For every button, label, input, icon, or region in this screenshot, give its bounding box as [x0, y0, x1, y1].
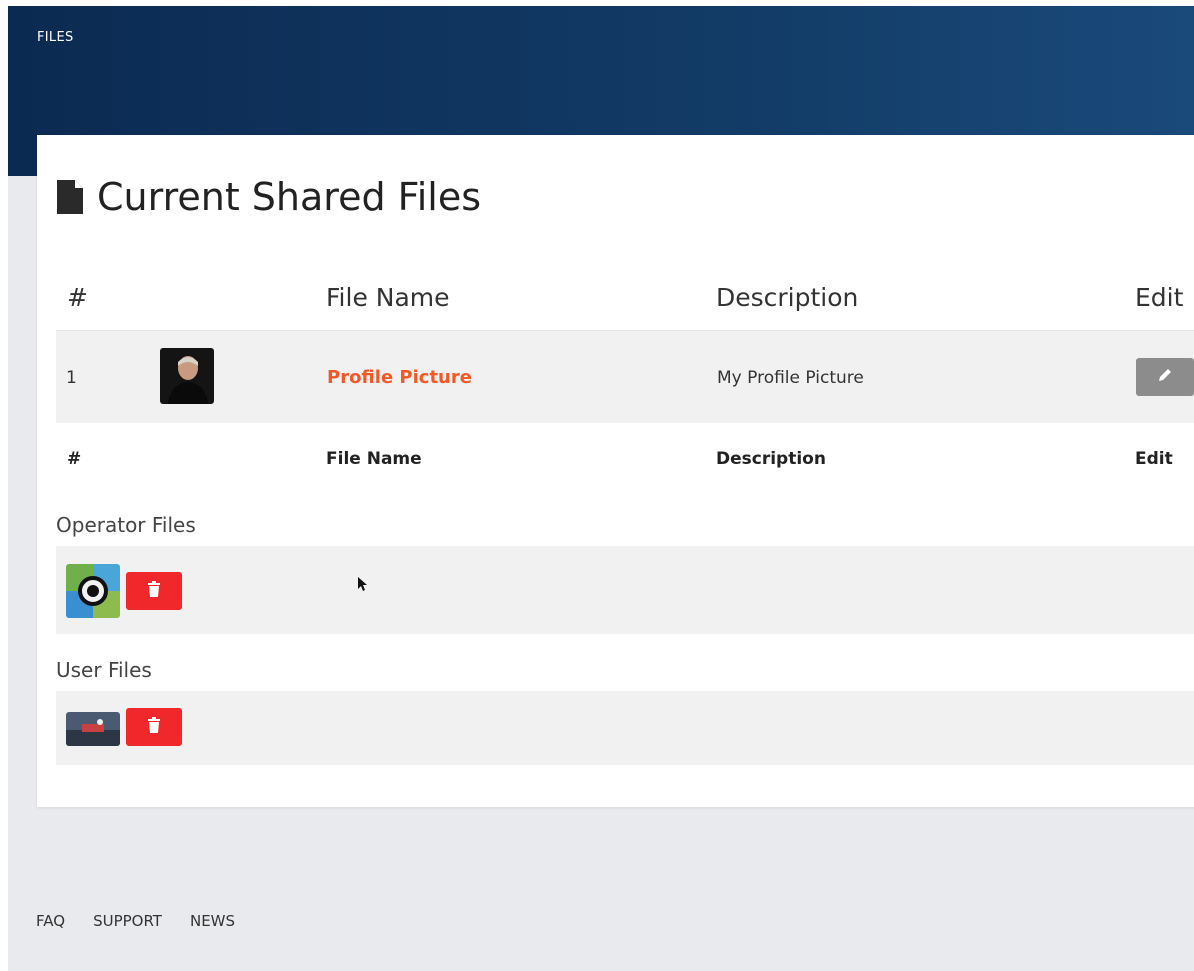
- operator-files-label: Operator Files: [56, 513, 196, 537]
- delete-user-file-button[interactable]: [126, 708, 182, 746]
- trash-icon: [147, 581, 161, 601]
- col-header-edit: Edit: [1135, 283, 1184, 312]
- user-files-label: User Files: [56, 658, 152, 682]
- header-title: FILES: [37, 30, 74, 45]
- mouse-cursor-icon: [357, 576, 367, 596]
- page-title-text: Current Shared Files: [97, 175, 482, 219]
- user-file-row: [56, 691, 1194, 765]
- footer-link-faq[interactable]: FAQ: [36, 912, 65, 930]
- footer-header-description: Description: [716, 449, 826, 469]
- footer-header-file-name: File Name: [326, 449, 422, 469]
- footer-header-num: #: [67, 449, 82, 469]
- operator-file-row: [56, 546, 1194, 634]
- delete-operator-file-button[interactable]: [126, 572, 182, 610]
- trash-icon: [147, 717, 161, 737]
- footer-header-edit: Edit: [1135, 449, 1173, 469]
- shared-files-card: Current Shared Files # File Name Descrip…: [37, 135, 1194, 807]
- pencil-icon: [1157, 367, 1173, 387]
- row-number: 1: [66, 368, 77, 388]
- profile-thumbnail[interactable]: [160, 348, 214, 404]
- edit-button[interactable]: [1136, 358, 1194, 396]
- footer-nav: FAQ SUPPORT NEWS: [36, 912, 235, 930]
- col-header-file-name: File Name: [326, 283, 450, 312]
- col-header-num: #: [67, 283, 88, 312]
- table-row: 1 Profile Picture My Profile Picture: [56, 330, 1194, 423]
- col-header-description: Description: [716, 283, 859, 312]
- user-file-thumbnail[interactable]: [66, 712, 120, 746]
- footer-link-news[interactable]: NEWS: [190, 912, 235, 930]
- operator-file-thumbnail[interactable]: [66, 564, 120, 618]
- file-description: My Profile Picture: [717, 368, 864, 388]
- file-icon: [55, 178, 85, 216]
- page: FILES Current Shared Files # File Name D…: [8, 6, 1194, 971]
- page-title: Current Shared Files: [55, 175, 481, 219]
- footer-link-support[interactable]: SUPPORT: [93, 912, 162, 930]
- file-name-link[interactable]: Profile Picture: [327, 367, 472, 388]
